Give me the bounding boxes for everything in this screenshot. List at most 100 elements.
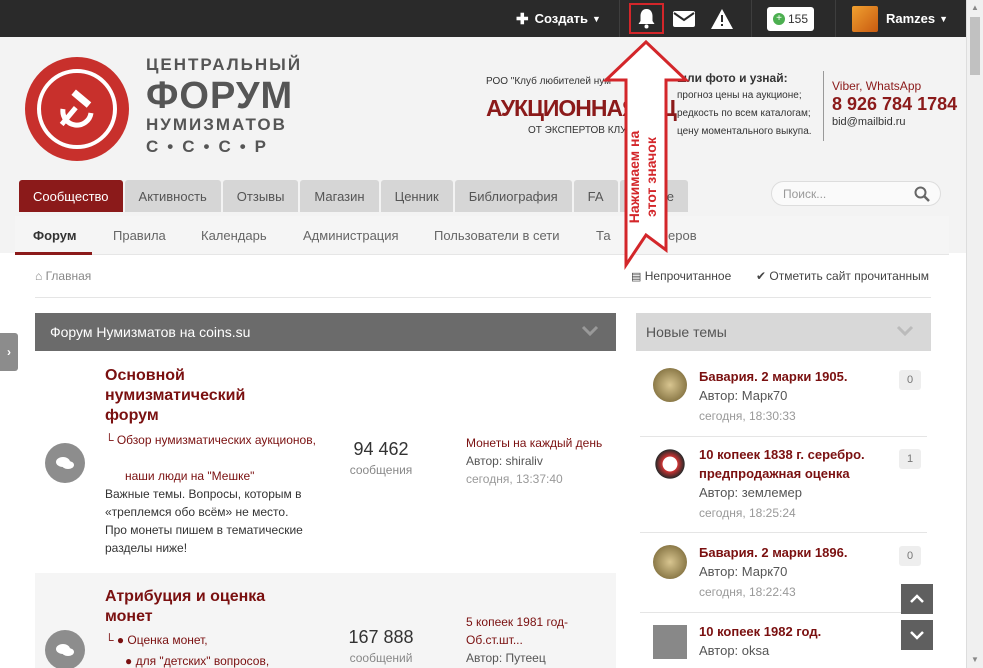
check-icon: ✔ bbox=[756, 269, 767, 283]
ad-phone: 8 926 784 1784 bbox=[832, 94, 958, 114]
breadcrumb[interactable]: ⌂ Главная bbox=[35, 269, 91, 283]
logo-text-line4: С•С•С•Р bbox=[146, 137, 276, 156]
topic-title[interactable]: Бавария. 2 марки 1896. bbox=[699, 543, 899, 562]
subtab-administration[interactable]: Администрация bbox=[303, 228, 399, 243]
caret-down-icon: ▼ bbox=[592, 13, 601, 24]
tab-faq[interactable]: FA bbox=[573, 180, 618, 212]
top-bar: ✚ Создать ▼ + 155 Ramzes ▼ bbox=[0, 0, 966, 37]
forum-category-header[interactable]: Форум Нумизматов на coins.su bbox=[35, 313, 616, 351]
logo-text-line1: ЦЕНТРАЛЬНЫЙ bbox=[146, 55, 303, 74]
chevron-down-icon bbox=[910, 631, 924, 640]
topic-title[interactable]: 10 копеек 1982 год. bbox=[699, 622, 899, 641]
ad-divider bbox=[823, 71, 824, 141]
coin-thumbnail[interactable] bbox=[653, 368, 687, 402]
active-subtab-indicator bbox=[15, 252, 92, 255]
subforum-link[interactable]: └ ● Оценка монет, bbox=[105, 631, 208, 649]
topic-author[interactable]: Автор: oksa bbox=[699, 643, 769, 658]
unread-link[interactable]: ▤ Непрочитанное bbox=[631, 269, 731, 283]
last-post-title-cont[interactable]: Об.ст.шт... bbox=[466, 631, 568, 649]
user-menu[interactable]: Ramzes ▼ bbox=[852, 0, 948, 37]
topic-title[interactable]: 10 копеек 1838 г. серебро. предпродажная… bbox=[699, 445, 899, 483]
last-post-author[interactable]: Автор: Путеец bbox=[466, 649, 568, 667]
last-post-author[interactable]: Автор: shiraliv bbox=[466, 452, 602, 470]
eagle-thumbnail[interactable] bbox=[653, 447, 687, 481]
last-post-date: сегодня, 13:37:40 bbox=[466, 472, 563, 486]
scroll-to-bottom-button[interactable] bbox=[901, 620, 933, 650]
envelope-icon bbox=[673, 10, 695, 27]
topic-author[interactable]: Автор: Марк70 bbox=[699, 388, 787, 403]
new-topics-header[interactable]: Новые темы bbox=[636, 313, 931, 351]
search-input[interactable]: Поиск... bbox=[771, 181, 941, 206]
chevron-down-icon[interactable] bbox=[896, 325, 914, 337]
warning-icon bbox=[711, 8, 733, 29]
coin-thumbnail[interactable] bbox=[653, 545, 687, 579]
newspaper-icon: ▤ bbox=[631, 271, 642, 283]
subtab-partial-2[interactable]: еров bbox=[668, 228, 697, 243]
topic-author[interactable]: Автор: Марк70 bbox=[699, 564, 787, 579]
scroll-down-arrow-icon[interactable]: ▼ bbox=[971, 655, 979, 664]
subtab-calendar[interactable]: Календарь bbox=[201, 228, 267, 243]
side-panel-toggle[interactable]: › bbox=[0, 333, 18, 371]
tab-community[interactable]: Сообщество bbox=[19, 180, 123, 212]
divider bbox=[35, 297, 931, 298]
forum-description: Важные темы. Вопросы, которым в «треплем… bbox=[105, 487, 303, 555]
logo-text-line3: НУМИЗМАТОВ bbox=[146, 115, 287, 134]
page-scrollbar[interactable]: ▲ ▼ bbox=[966, 0, 983, 668]
topic-item: 10 копеек 1838 г. серебро. предпродажная… bbox=[636, 437, 931, 533]
tab-shop[interactable]: Магазин bbox=[300, 180, 379, 212]
forum-icon bbox=[45, 630, 85, 668]
forum-title[interactable]: Основной нумизматический форум bbox=[105, 366, 295, 426]
ad-right-line: цену моментального выкупа. bbox=[677, 126, 812, 137]
ad-right-line: прогноз цены на аукционе; bbox=[677, 90, 802, 101]
last-post-title[interactable]: 5 копеек 1981 год- bbox=[466, 613, 568, 631]
topic-item: Бавария. 2 марки 1896. Автор: Марк70 сег… bbox=[636, 533, 931, 613]
tab-reviews[interactable]: Отзывы bbox=[222, 180, 299, 212]
scroll-to-top-button[interactable] bbox=[901, 584, 933, 614]
create-button[interactable]: ✚ Создать ▼ bbox=[516, 0, 601, 37]
forum-title[interactable]: Атрибуция и оценка монет bbox=[105, 587, 295, 627]
subtab-forum[interactable]: Форум bbox=[33, 228, 76, 243]
search-icon[interactable] bbox=[914, 186, 930, 202]
avatar bbox=[852, 5, 878, 32]
tab-bibliography[interactable]: Библиография bbox=[454, 180, 572, 212]
plus-circle-icon: + bbox=[773, 12, 785, 25]
subtab-rules[interactable]: Правила bbox=[113, 228, 166, 243]
scrollbar-thumb[interactable] bbox=[970, 17, 980, 75]
plus-icon: ✚ bbox=[516, 10, 529, 28]
scroll-up-arrow-icon[interactable]: ▲ bbox=[971, 3, 979, 12]
forum-icon bbox=[45, 443, 85, 483]
user-avatar-thumbnail[interactable] bbox=[653, 625, 687, 659]
topic-author[interactable]: Автор: землемер bbox=[699, 485, 802, 500]
messages-button[interactable] bbox=[673, 0, 695, 37]
mark-site-read-link[interactable]: ✔ Отметить сайт прочитанным bbox=[756, 269, 929, 283]
divider bbox=[835, 0, 836, 37]
subtab-partial-1[interactable]: Та bbox=[596, 228, 611, 243]
reply-count: 1 bbox=[899, 449, 921, 469]
points-badge[interactable]: + 155 bbox=[767, 0, 815, 37]
site-logo[interactable] bbox=[25, 57, 129, 161]
post-count: 94 462 сообщения bbox=[349, 439, 413, 477]
caret-down-icon: ▼ bbox=[939, 13, 949, 24]
chevron-down-icon[interactable] bbox=[581, 325, 599, 337]
post-count: 167 888 сообщений bbox=[348, 627, 414, 665]
notifications-button[interactable] bbox=[629, 3, 664, 34]
home-icon: ⌂ bbox=[35, 269, 43, 283]
topic-item: Бавария. 2 марки 1905. Автор: Марк70 сег… bbox=[636, 351, 931, 437]
subforum-link[interactable]: ● для "детских" вопросов, bbox=[125, 652, 269, 668]
chat-bubbles-icon bbox=[56, 457, 74, 469]
divider bbox=[751, 0, 752, 37]
last-post: 5 копеек 1981 год- Об.ст.шт... Автор: Пу… bbox=[466, 613, 568, 667]
subforum-link[interactable]: └ Обзор нумизматических аукционов, bbox=[105, 431, 316, 449]
last-post-title[interactable]: Монеты на каждый день bbox=[466, 434, 602, 452]
ad-right-title: шли фото и узнай: bbox=[677, 71, 788, 85]
tab-activity[interactable]: Активность bbox=[124, 180, 221, 212]
topic-title[interactable]: Бавария. 2 марки 1905. bbox=[699, 367, 899, 386]
main-nav-tabs: Сообщество Активность Отзывы Магазин Цен… bbox=[19, 180, 690, 212]
subtab-online-users[interactable]: Пользователи в сети bbox=[434, 228, 560, 243]
tab-pricelist[interactable]: Ценник bbox=[380, 180, 453, 212]
reports-button[interactable] bbox=[711, 0, 733, 37]
subforum-link-cont[interactable]: наши люди на "Мешке" bbox=[125, 467, 254, 485]
topic-date: сегодня, 18:30:33 bbox=[699, 409, 796, 423]
forum-row: Атрибуция и оценка монет └ ● Оценка моне… bbox=[35, 573, 616, 668]
chevron-right-icon: › bbox=[7, 345, 11, 359]
